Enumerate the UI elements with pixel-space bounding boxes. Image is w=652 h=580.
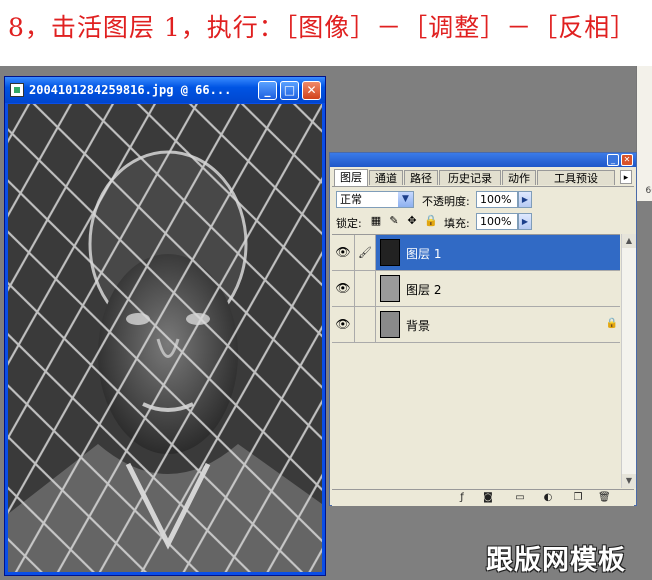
background-window-text: 66 xyxy=(645,186,652,196)
visibility-eye-icon[interactable]: 👁 xyxy=(332,307,355,342)
scroll-up-arrow-icon[interactable]: ▲ xyxy=(622,234,636,248)
tab-tool-presets[interactable]: 工具预设 xyxy=(537,170,615,185)
new-layer-icon[interactable]: ❐ xyxy=(572,492,584,504)
visibility-eye-icon[interactable]: 👁 xyxy=(332,235,355,270)
blend-mode-select[interactable]: 正常 ▼ xyxy=(336,191,414,208)
lock-fill-row: 锁定: ▦ ✎ ✥ 🔒 填充: 100% ▶ xyxy=(334,213,634,231)
panel-minimize-button[interactable]: _ xyxy=(607,154,619,166)
layer-thumbnail xyxy=(380,275,400,302)
tab-layers[interactable]: 图层 xyxy=(334,169,368,186)
layer-thumbnail xyxy=(380,239,400,266)
fill-label: 填充: xyxy=(444,217,470,230)
visibility-eye-icon[interactable]: 👁 xyxy=(332,271,355,306)
inverted-photo-image xyxy=(8,104,322,572)
layer-name: 背景 xyxy=(406,319,431,333)
trash-icon[interactable]: 🗑 xyxy=(598,492,611,504)
image-file-icon xyxy=(10,83,24,97)
folder-icon[interactable]: ▭ xyxy=(514,492,526,504)
layers-list: 👁 🖌 图层 1 👁 图层 2 👁 背景 🔒 xyxy=(332,234,620,489)
document-titlebar[interactable]: 2004101284259816.jpg @ 66... _ □ ✕ xyxy=(5,77,325,103)
layer-name: 图层 1 xyxy=(406,247,442,261)
lock-label: 锁定: xyxy=(336,217,362,230)
brush-icon[interactable]: 🖌 xyxy=(355,235,376,270)
fill-input[interactable]: 100% xyxy=(476,213,518,230)
layer-name: 图层 2 xyxy=(406,283,442,297)
tab-history[interactable]: 历史记录 xyxy=(439,170,501,185)
tab-paths[interactable]: 路径 xyxy=(404,170,438,185)
layer-row-1[interactable]: 👁 🖌 图层 1 xyxy=(332,235,620,271)
opacity-slider-arrow-icon[interactable]: ▶ xyxy=(518,191,532,208)
fill-slider-arrow-icon[interactable]: ▶ xyxy=(518,213,532,230)
layer-name-area[interactable]: 背景 🔒 xyxy=(376,307,620,342)
layer-row-background[interactable]: 👁 背景 🔒 xyxy=(332,307,620,343)
lock-icon: 🔒 xyxy=(605,318,618,329)
panel-tabs: 图层 通道 路径 历史记录 动作 工具预设 ▸ xyxy=(332,169,634,187)
document-title: 2004101284259816.jpg @ 66... xyxy=(29,83,232,97)
minimize-button[interactable]: _ xyxy=(258,81,277,100)
panel-footer: ƒ ◙ ▭ ◐ ❐ 🗑 xyxy=(332,489,634,506)
opacity-input[interactable]: 100% xyxy=(476,191,518,208)
scroll-down-arrow-icon[interactable]: ▼ xyxy=(622,474,636,488)
chevron-down-icon: ▼ xyxy=(398,192,413,207)
layers-panel[interactable]: _ ✕ 图层 通道 路径 历史记录 动作 工具预设 ▸ 正常 ▼ 不透明度: 1… xyxy=(329,152,637,506)
lock-transparency-icon[interactable]: ▦ xyxy=(370,215,382,227)
layer-thumbnail xyxy=(380,311,400,338)
background-window-fragment: 66 xyxy=(636,66,652,201)
close-button[interactable]: ✕ xyxy=(302,81,321,100)
mask-icon[interactable]: ◙ xyxy=(482,492,494,504)
tab-channels[interactable]: 通道 xyxy=(369,170,403,185)
blend-mode-value: 正常 xyxy=(340,193,362,206)
adjustment-icon[interactable]: ◐ xyxy=(542,492,554,504)
layer-name-area[interactable]: 图层 1 xyxy=(376,235,620,270)
layer-name-area[interactable]: 图层 2 xyxy=(376,271,620,306)
caption-text: 8，击活图层 1，执行：［图像］－［调整］－［反相］ xyxy=(8,13,637,42)
layer-row-2[interactable]: 👁 图层 2 xyxy=(332,271,620,307)
image-document-window[interactable]: 2004101284259816.jpg @ 66... _ □ ✕ xyxy=(4,76,326,576)
panel-titlebar[interactable]: _ ✕ xyxy=(330,153,636,167)
tab-overflow-arrow-icon[interactable]: ▸ xyxy=(620,170,632,184)
link-slot[interactable] xyxy=(355,271,376,306)
layer-style-icon[interactable]: ƒ xyxy=(456,492,468,504)
tab-actions[interactable]: 动作 xyxy=(502,170,536,185)
panel-close-button[interactable]: ✕ xyxy=(621,154,633,166)
lock-all-icon[interactable]: 🔒 xyxy=(424,215,438,227)
blend-opacity-row: 正常 ▼ 不透明度: 100% ▶ xyxy=(334,191,634,209)
lock-image-brush-icon[interactable]: ✎ xyxy=(388,215,400,227)
lock-position-move-icon[interactable]: ✥ xyxy=(406,215,418,227)
image-canvas[interactable] xyxy=(8,104,322,572)
watermark-text: 跟版网模板 xyxy=(486,545,626,576)
layers-scrollbar[interactable]: ▲ ▼ xyxy=(621,234,636,488)
caption-band: 8，击活图层 1，执行：［图像］－［调整］－［反相］ xyxy=(0,0,652,66)
maximize-button[interactable]: □ xyxy=(280,81,299,100)
link-slot[interactable] xyxy=(355,307,376,342)
opacity-label: 不透明度: xyxy=(422,195,470,208)
